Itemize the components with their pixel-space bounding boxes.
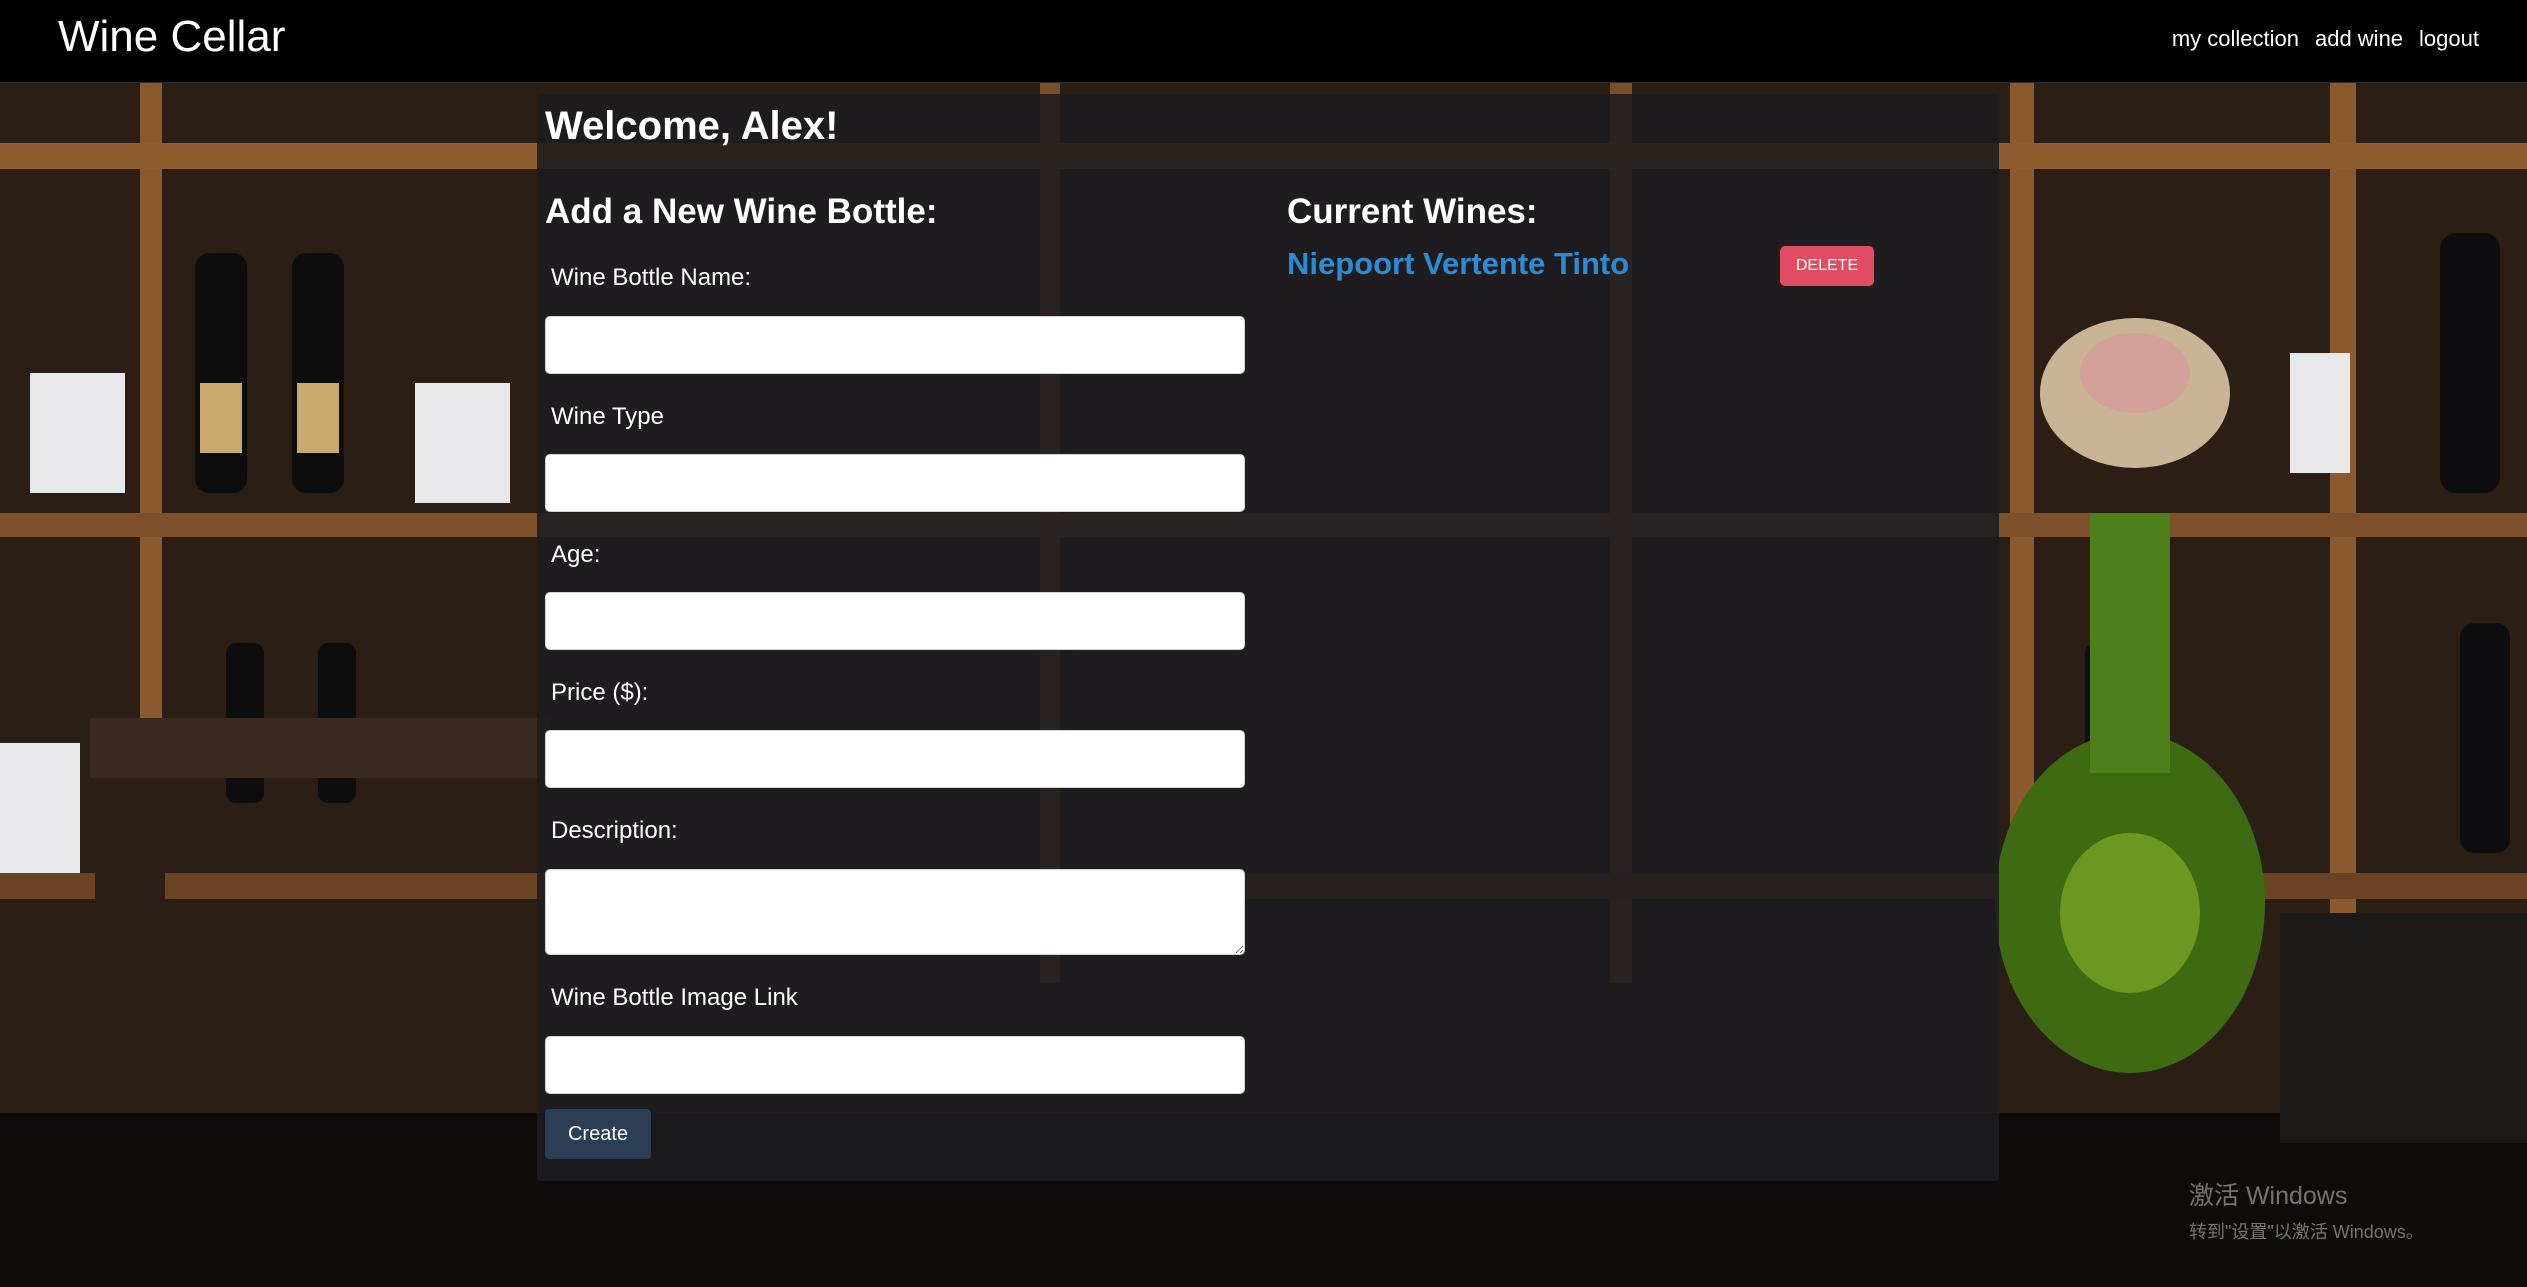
description-label: Description:: [551, 817, 678, 844]
price-input[interactable]: [545, 730, 1245, 788]
image-link-input[interactable]: [545, 1036, 1245, 1094]
add-wine-form-title: Add a New Wine Bottle:: [545, 192, 938, 231]
image-link-label: Wine Bottle Image Link: [551, 984, 798, 1011]
nav-link-add-wine[interactable]: add wine: [2315, 26, 2403, 52]
wine-type-input[interactable]: [545, 454, 1245, 512]
nav-links: my collection add wine logout: [2172, 26, 2479, 52]
nav-link-logout[interactable]: logout: [2419, 26, 2479, 52]
wine-link-niepoort-vertente-tinto[interactable]: Niepoort Vertente Tinto: [1287, 246, 1629, 282]
nav-link-my-collection[interactable]: my collection: [2172, 26, 2299, 52]
wine-bottle-name-input[interactable]: [545, 316, 1245, 374]
watermark-title: 激活 Windows: [2189, 1182, 2348, 1210]
watermark-subtitle: 转到"设置"以激活 Windows。: [2189, 1222, 2424, 1242]
current-wines-title: Current Wines:: [1287, 192, 1538, 231]
wine-type-label: Wine Type: [551, 403, 664, 430]
age-label: Age:: [551, 541, 601, 568]
windows-activation-watermark: 激活 Windows 转到"设置"以激活 Windows。: [2189, 1176, 2424, 1244]
price-label: Price ($):: [551, 679, 649, 706]
main-panel: Welcome, Alex! Add a New Wine Bottle: Wi…: [537, 94, 1999, 1181]
welcome-heading: Welcome, Alex!: [545, 104, 839, 148]
age-input[interactable]: [545, 592, 1245, 650]
description-textarea[interactable]: [545, 869, 1245, 955]
wine-bottle-name-label: Wine Bottle Name:: [551, 264, 752, 291]
top-navbar: Wine Cellar my collection add wine logou…: [0, 0, 2527, 83]
brand-title[interactable]: Wine Cellar: [58, 12, 285, 62]
delete-wine-button[interactable]: DELETE: [1780, 246, 1874, 286]
create-button[interactable]: Create: [545, 1109, 651, 1159]
